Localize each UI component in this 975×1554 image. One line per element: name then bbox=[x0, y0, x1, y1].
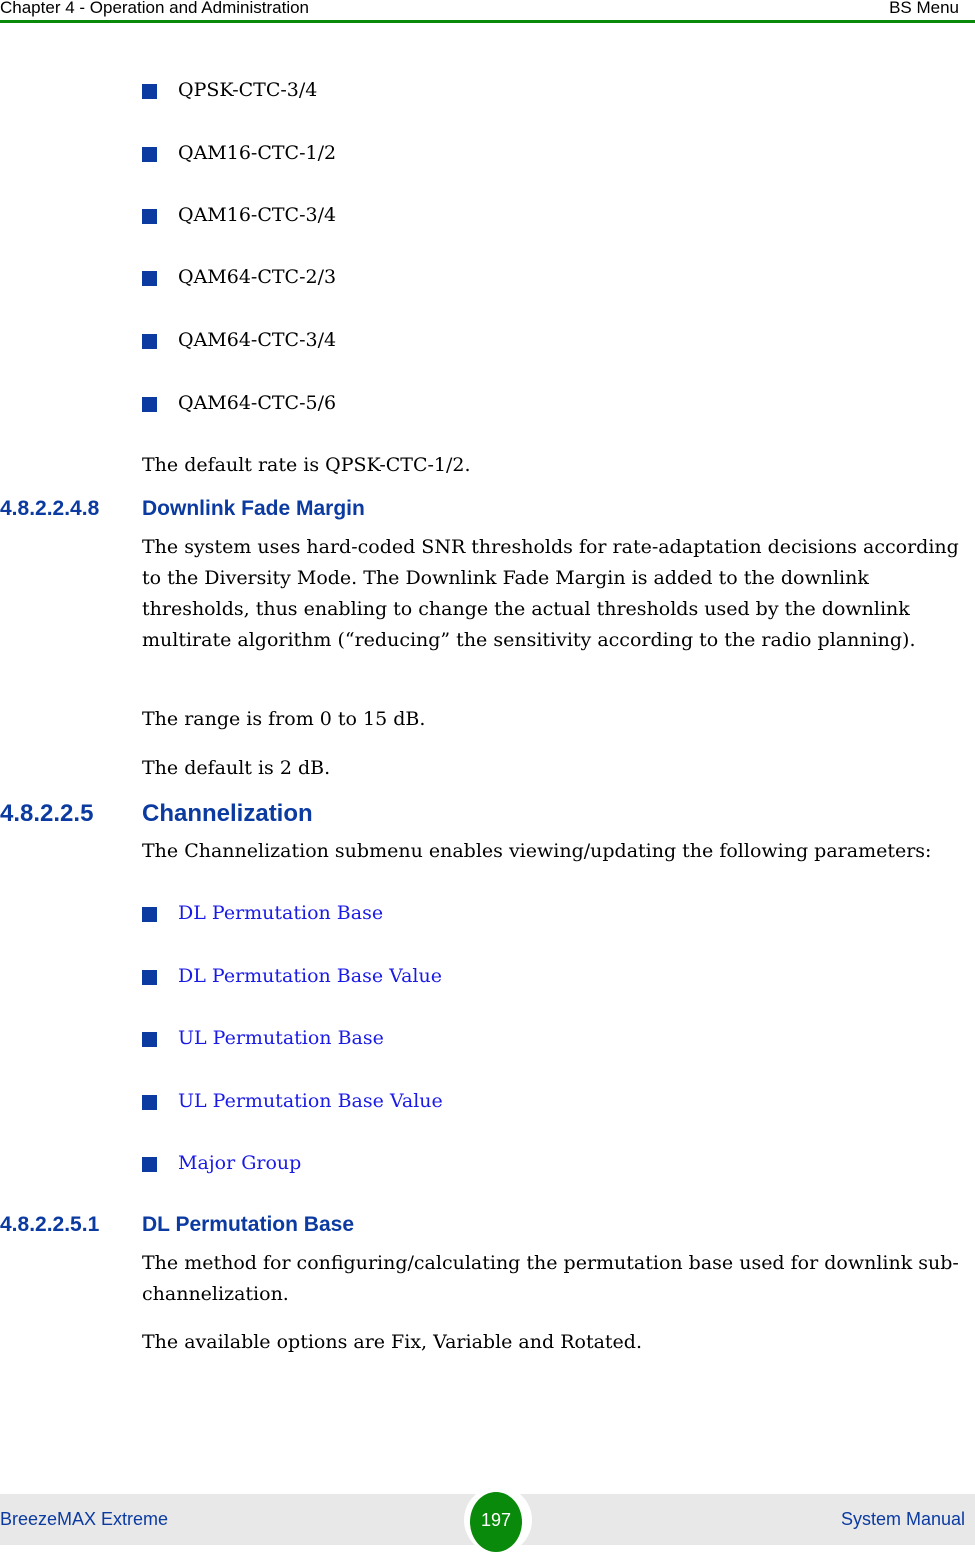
page-header: Chapter 4 - Operation and Administration… bbox=[0, 0, 975, 22]
default-rate-text: The default rate is QPSK-CTC-1/2. bbox=[142, 454, 471, 476]
bullet-icon bbox=[142, 209, 157, 224]
section-number: 4.8.2.2.5.1 bbox=[0, 1213, 100, 1236]
dl-perm-paragraph: The method for configuring/calculating t… bbox=[142, 1252, 959, 1305]
section-title: DL Permutation Base bbox=[142, 1213, 354, 1236]
bullet-icon bbox=[142, 397, 157, 412]
product-name: BreezeMAX Extreme bbox=[0, 1509, 169, 1529]
fade-margin-default: The default is 2 dB. bbox=[142, 757, 331, 779]
header-divider bbox=[0, 20, 975, 23]
bullet-icon bbox=[142, 1095, 157, 1110]
dl-perm-options: The available options are Fix, Variable … bbox=[142, 1331, 642, 1353]
document-type: System Manual bbox=[840, 1509, 965, 1529]
bullet-icon bbox=[142, 970, 157, 985]
fade-margin-paragraph: The system uses hard-coded SNR threshold… bbox=[142, 536, 959, 651]
bullet-icon bbox=[142, 907, 157, 922]
bullet-icon bbox=[142, 1157, 157, 1172]
section-number: 4.8.2.2.4.8 bbox=[0, 497, 100, 520]
section-number: 4.8.2.2.5 bbox=[0, 800, 94, 827]
section-title: Downlink Fade Margin bbox=[142, 497, 365, 520]
bullet-icon bbox=[142, 334, 157, 349]
bullet-icon bbox=[142, 147, 157, 162]
page-number-badge: 197 bbox=[470, 1492, 522, 1552]
chapter-title: Chapter 4 - Operation and Administration bbox=[0, 0, 310, 17]
channelization-paragraph: The Channelization submenu enables viewi… bbox=[142, 840, 932, 862]
fade-margin-range: The range is from 0 to 15 dB. bbox=[142, 708, 426, 730]
section-name: BS Menu bbox=[889, 0, 959, 17]
section-title: Channelization bbox=[142, 800, 313, 827]
bullet-icon bbox=[142, 1032, 157, 1047]
bullet-icon bbox=[142, 271, 157, 286]
bullet-icon bbox=[142, 84, 157, 99]
